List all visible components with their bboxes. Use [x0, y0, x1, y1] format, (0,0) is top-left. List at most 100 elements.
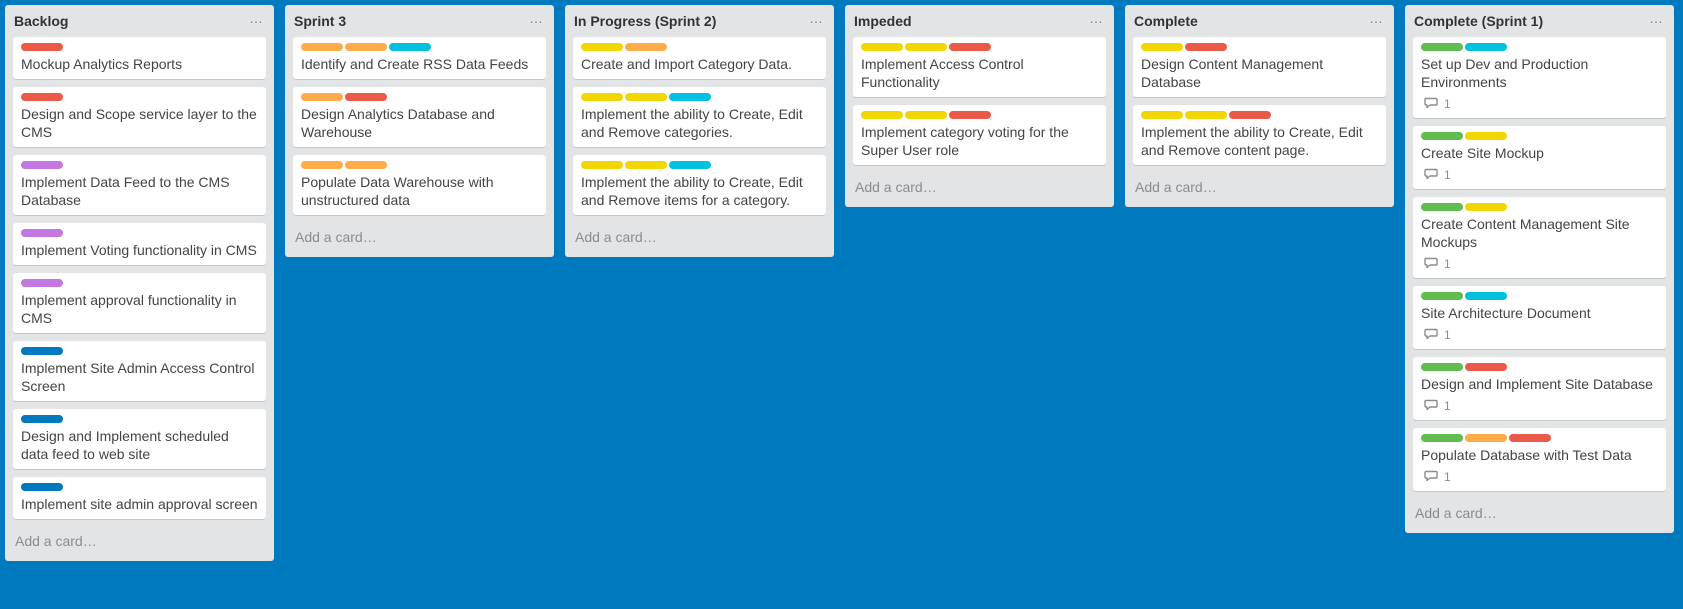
label-green: [1421, 43, 1463, 51]
list-menu-icon[interactable]: …: [1089, 11, 1106, 25]
card[interactable]: Implement the ability to Create, Edit an…: [573, 155, 826, 215]
card[interactable]: Design Content Management Database: [1133, 37, 1386, 97]
label-yellow: [1141, 111, 1183, 119]
list-title[interactable]: Sprint 3: [294, 13, 346, 29]
list-header: Impeded …: [853, 5, 1106, 37]
card-labels: [1421, 292, 1658, 300]
card-title: Identify and Create RSS Data Feeds: [301, 56, 529, 72]
card[interactable]: Populate Database with Test Data 1: [1413, 428, 1666, 491]
card-labels: [301, 93, 538, 101]
card[interactable]: Implement Voting functionality in CMS: [13, 223, 266, 265]
add-card-button[interactable]: Add a card…: [293, 223, 546, 257]
card-title: Populate Data Warehouse with unstructure…: [301, 174, 494, 208]
card[interactable]: Populate Data Warehouse with unstructure…: [293, 155, 546, 215]
list-title[interactable]: Impeded: [854, 13, 912, 29]
card[interactable]: Create Content Management Site Mockups 1: [1413, 197, 1666, 278]
label-blue: [21, 415, 63, 423]
card[interactable]: Design and Implement Site Database 1: [1413, 357, 1666, 420]
label-yellow: [581, 93, 623, 101]
card-labels: [21, 161, 258, 169]
label-sky: [389, 43, 431, 51]
card[interactable]: Implement Site Admin Access Control Scre…: [13, 341, 266, 401]
list-title[interactable]: Complete: [1134, 13, 1198, 29]
card[interactable]: Implement the ability to Create, Edit an…: [1133, 105, 1386, 165]
list-header: In Progress (Sprint 2) …: [573, 5, 826, 37]
add-card-button[interactable]: Add a card…: [1413, 499, 1666, 533]
card-title: Implement Data Feed to the CMS Database: [21, 174, 230, 208]
card-labels: [1421, 434, 1658, 442]
comment-count: 1: [1444, 168, 1451, 182]
label-orange: [345, 161, 387, 169]
add-card-button[interactable]: Add a card…: [853, 173, 1106, 207]
card-labels: [301, 161, 538, 169]
card-title: Set up Dev and Production Environments: [1421, 56, 1589, 90]
label-red: [21, 93, 63, 101]
list-menu-icon[interactable]: …: [809, 11, 826, 25]
comment-icon: [1424, 328, 1440, 342]
label-red: [1185, 43, 1227, 51]
card[interactable]: Site Architecture Document 1: [1413, 286, 1666, 349]
comment-count: 1: [1444, 328, 1451, 342]
card[interactable]: Implement category voting for the Super …: [853, 105, 1106, 165]
card[interactable]: Design and Scope service layer to the CM…: [13, 87, 266, 147]
card-title: Implement category voting for the Super …: [861, 124, 1069, 158]
label-yellow: [1185, 111, 1227, 119]
card-labels: [21, 43, 258, 51]
card[interactable]: Create Site Mockup 1: [1413, 126, 1666, 189]
card-title: Implement site admin approval screen: [21, 496, 258, 512]
comment-icon: [1424, 97, 1440, 111]
card-title: Implement Voting functionality in CMS: [21, 242, 257, 258]
comment-count: 1: [1444, 97, 1451, 111]
list-title[interactable]: In Progress (Sprint 2): [574, 13, 716, 29]
list-menu-icon[interactable]: …: [249, 11, 266, 25]
card[interactable]: Implement the ability to Create, Edit an…: [573, 87, 826, 147]
add-card-button[interactable]: Add a card…: [13, 527, 266, 561]
card-labels: [21, 415, 258, 423]
card[interactable]: Design Analytics Database and Warehouse: [293, 87, 546, 147]
label-yellow: [625, 93, 667, 101]
card[interactable]: Implement Data Feed to the CMS Database: [13, 155, 266, 215]
list-menu-icon[interactable]: …: [529, 11, 546, 25]
label-green: [1421, 434, 1463, 442]
label-green: [1421, 292, 1463, 300]
list-menu-icon[interactable]: …: [1369, 11, 1386, 25]
label-red: [21, 43, 63, 51]
list-backlog: Backlog … Mockup Analytics Reports Design a…: [5, 5, 274, 561]
list-title[interactable]: Complete (Sprint 1): [1414, 13, 1543, 29]
card[interactable]: Set up Dev and Production Environments 1: [1413, 37, 1666, 118]
label-purple: [21, 161, 63, 169]
list-title[interactable]: Backlog: [14, 13, 68, 29]
list-sprint-3: Sprint 3 … Identify and Create RSS Data Fe…: [285, 5, 554, 257]
card[interactable]: Implement approval functionality in CMS: [13, 273, 266, 333]
label-green: [1421, 203, 1463, 211]
card[interactable]: Design and Implement scheduled data feed…: [13, 409, 266, 469]
card-list: Create and Import Category Data. Implemen…: [573, 37, 826, 215]
card-title: Create and Import Category Data.: [581, 56, 792, 72]
label-red: [949, 43, 991, 51]
card[interactable]: Implement site admin approval screen: [13, 477, 266, 519]
label-sky: [669, 161, 711, 169]
comment-icon: [1424, 168, 1440, 182]
label-blue: [21, 483, 63, 491]
card-title: Create Site Mockup: [1421, 145, 1544, 161]
list-menu-icon[interactable]: …: [1649, 11, 1666, 25]
card[interactable]: Create and Import Category Data.: [573, 37, 826, 79]
label-orange: [301, 43, 343, 51]
label-red: [1509, 434, 1551, 442]
card-labels: [21, 93, 258, 101]
label-yellow: [1465, 132, 1507, 140]
card[interactable]: Mockup Analytics Reports: [13, 37, 266, 79]
card-labels: [21, 483, 258, 491]
add-card-button[interactable]: Add a card…: [573, 223, 826, 257]
card[interactable]: Identify and Create RSS Data Feeds: [293, 37, 546, 79]
card-list: Design Content Management Database Implem…: [1133, 37, 1386, 165]
board: Backlog … Mockup Analytics Reports Design a…: [5, 5, 1683, 561]
label-red: [1229, 111, 1271, 119]
add-card-button[interactable]: Add a card…: [1133, 173, 1386, 207]
card-badges: 1: [1421, 398, 1658, 414]
label-yellow: [861, 111, 903, 119]
label-sky: [1465, 292, 1507, 300]
card[interactable]: Implement Access Control Functionality: [853, 37, 1106, 97]
card-title: Implement approval functionality in CMS: [21, 292, 237, 326]
label-sky: [1465, 43, 1507, 51]
